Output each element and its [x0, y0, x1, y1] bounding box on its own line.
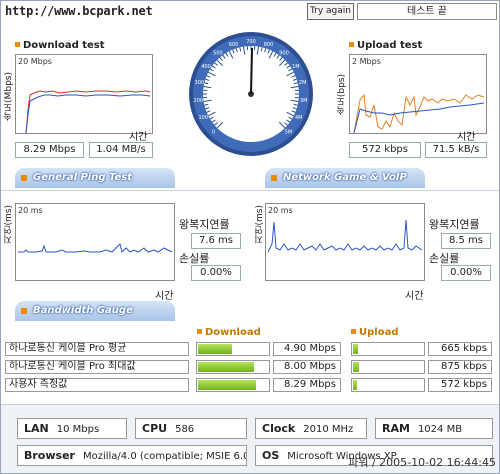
- gauge-tick-label: 500: [213, 51, 223, 57]
- lan-value: 10 Mbps: [56, 424, 100, 435]
- download-bar: [196, 360, 270, 374]
- download-speed-mbps: 8.29 Mbps: [15, 142, 84, 158]
- download-value: 4.90 Mbps: [273, 342, 341, 356]
- speed-gauge: 0 100 200 300 400 500 600 700 800 900 1M 2M 3M 4M 5M: [189, 32, 313, 156]
- ping-game-graph: 20 ms: [265, 203, 425, 281]
- upload-value: 875 kbps: [428, 360, 492, 374]
- download-graph-lines: [25, 90, 151, 133]
- upload-bar-fill: [353, 362, 360, 372]
- upload-bar: [351, 378, 425, 392]
- site-url: http://www.bcpark.net: [5, 4, 153, 18]
- gauge-tick-label: 700: [246, 39, 256, 45]
- gauge-tick-label: 300: [195, 80, 205, 86]
- bandwidth-row-label: 사용자 측정값: [5, 378, 189, 392]
- gauge-tick-label: 2M: [299, 80, 307, 86]
- gauge-tick-label: 5M: [285, 129, 293, 135]
- download-bar-fill: [198, 362, 254, 372]
- download-speed-mbs: 1.04 MB/s: [89, 142, 153, 158]
- download-bar: [196, 378, 270, 392]
- ping-game-x-label: 시간: [405, 291, 424, 302]
- gauge-tick-label: 900: [279, 51, 289, 57]
- upload-speed-kbps: 572 kbps: [349, 142, 421, 158]
- bandwidth-upload-title: Upload: [351, 327, 398, 338]
- ping-game-loss-label: 손실률: [429, 252, 460, 265]
- upload-y-label: 속도(bps): [337, 74, 347, 116]
- tab-general-ping[interactable]: General Ping Test: [15, 168, 175, 188]
- ping-game-rtt-label: 왕복지연률: [429, 218, 480, 231]
- upload-bar: [351, 360, 425, 374]
- ping-general-rtt-value: 7.6 ms: [191, 233, 241, 249]
- clock-info: Clock 2010 MHz: [255, 418, 367, 439]
- download-test-title: Download test: [15, 40, 105, 51]
- download-value: 8.29 Mbps: [273, 378, 341, 392]
- cpu-info: CPU 586: [135, 418, 247, 439]
- gauge-tick-label: 1M: [292, 64, 300, 70]
- ram-label: RAM: [382, 422, 410, 435]
- upload-bar-fill: [353, 380, 358, 390]
- os-label: OS: [262, 449, 280, 462]
- ping-general-rtt-label: 왕복지연률: [179, 218, 230, 231]
- tab-bandwidth-gauge[interactable]: Bandwidth Gauge: [15, 301, 175, 321]
- ping-general-line: [18, 243, 173, 253]
- end-test-button[interactable]: 테스트 끝: [357, 3, 497, 20]
- lan-info: LAN 10 Mbps: [17, 418, 127, 439]
- gauge-tick-label: 600: [229, 42, 239, 48]
- upload-value: 665 kbps: [428, 342, 492, 356]
- lan-label: LAN: [24, 422, 49, 435]
- download-value: 8.00 Mbps: [273, 360, 341, 374]
- ping-general-graph: 20 ms: [15, 203, 175, 281]
- upload-speed-kbs: 71.5 kB/s: [425, 142, 487, 158]
- bandwidth-row-label: 하나로통신 케이블 Pro 평균: [5, 342, 189, 356]
- clock-label: Clock: [262, 422, 296, 435]
- bandwidth-download-title: Download: [197, 327, 261, 338]
- browser-info: Browser Mozilla/4.0 (compatible; MSIE 6.0: [17, 445, 247, 466]
- bandwidth-row-label: 하나로통신 케이블 Pro 최대값: [5, 360, 189, 374]
- cpu-label: CPU: [142, 422, 168, 435]
- tab-network-game-voip[interactable]: Network Game & VoIP Test: [265, 168, 425, 203]
- header-bar: http://www.bcpark.net Try again 테스트 끝: [1, 1, 499, 21]
- ping-game-line: [267, 219, 423, 253]
- gauge-tick-label: 3M: [300, 98, 308, 104]
- download-y-label: 속도(Mbps): [4, 72, 14, 121]
- ping-general-x-label: 시간: [155, 291, 174, 302]
- download-bar-fill: [198, 344, 233, 354]
- upload-bar: [351, 342, 425, 356]
- upload-value: 572 kbps: [428, 378, 492, 392]
- gauge-tick-label: 800: [264, 42, 274, 48]
- gauge-tick-label: 0: [212, 129, 215, 135]
- gauge-tick-label: 200: [194, 98, 204, 104]
- upload-graph-lines: [353, 93, 485, 133]
- watermark: 파워 / 2005-10-02 16:44:45: [348, 456, 496, 469]
- download-bar: [196, 342, 270, 356]
- download-bar-fill: [198, 380, 257, 390]
- upload-test-title: Upload test: [349, 40, 422, 51]
- browser-label: Browser: [24, 449, 75, 462]
- upload-bar-fill: [353, 344, 358, 354]
- cpu-value: 586: [175, 424, 195, 435]
- download-graph: 20 Mbps: [15, 54, 153, 134]
- gauge-tick-label: 100: [198, 115, 208, 121]
- upload-x-label: 시간: [457, 132, 476, 143]
- ping-general-loss-value: 0.00%: [191, 265, 241, 281]
- bandwidth-gauge-panel: Download Upload 하나로통신 케이블 Pro 평균 4.90 Mbp…: [1, 324, 499, 402]
- download-x-label: 시간: [129, 132, 148, 143]
- ping-game-rtt-value: 8.5 ms: [441, 233, 491, 249]
- upload-graph: 2 Mbps: [349, 54, 487, 134]
- ram-value: 1024 MB: [417, 424, 463, 435]
- gauge-needle: [250, 47, 253, 95]
- clock-value: 2010 MHz: [303, 424, 354, 435]
- ping-general-loss-label: 손실률: [179, 252, 210, 265]
- ping-panel: 지연(ms) 20 ms 시간 왕복지연률 7.6 ms 손실률 0.00% 지…: [1, 190, 499, 322]
- speed-test-panel: Download test 속도(Mbps) 20 Mbps 시간 8.29 M…: [1, 22, 499, 203]
- ping-game-loss-value: 0.00%: [441, 265, 491, 281]
- browser-value: Mozilla/4.0 (compatible; MSIE 6.0: [82, 451, 247, 462]
- ping-general-y-label: 지연(ms): [4, 205, 14, 244]
- gauge-tick-label: 400: [201, 64, 211, 70]
- gauge-tick-label: 4M: [295, 115, 303, 121]
- ram-info: RAM 1024 MB: [375, 418, 493, 439]
- try-again-button[interactable]: Try again: [307, 3, 354, 20]
